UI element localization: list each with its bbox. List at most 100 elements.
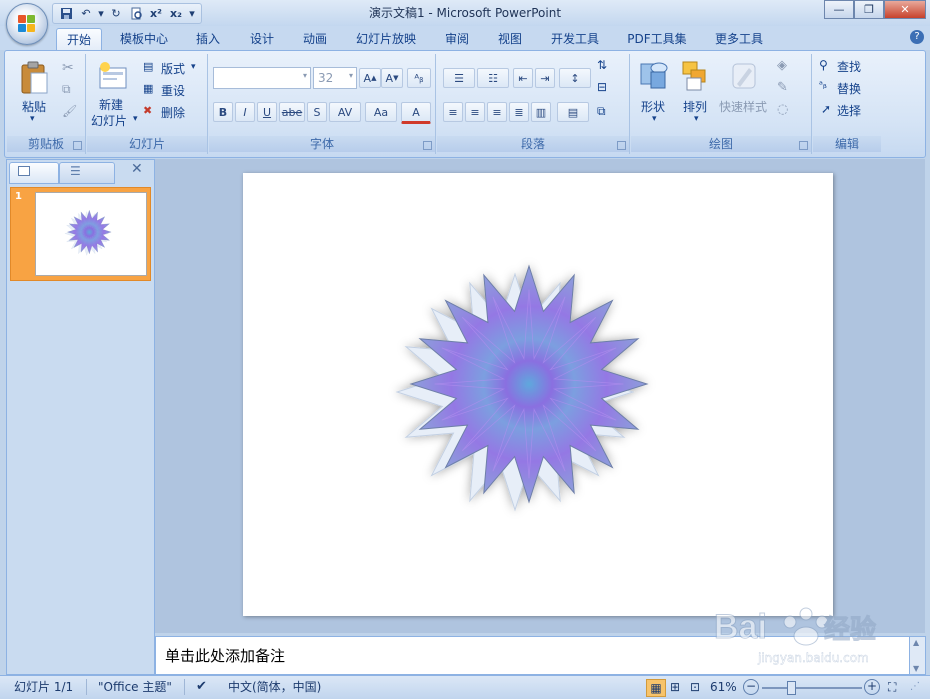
char-spacing-button[interactable]: AV <box>329 102 361 122</box>
layout-dropdown-icon[interactable]: ▾ <box>191 62 196 72</box>
select-cursor-icon[interactable]: ➚ <box>821 102 831 116</box>
grow-font-icon[interactable]: A ▲ <box>359 68 381 88</box>
reset-icon[interactable]: ▦ <box>143 82 153 95</box>
close-icon[interactable]: ✕ <box>884 0 926 19</box>
help-icon[interactable]: ? <box>910 30 924 44</box>
spellcheck-icon[interactable]: ✔ <box>196 679 207 695</box>
outline-tab[interactable]: ☰ <box>59 162 115 184</box>
align-right-icon[interactable]: ≡ <box>487 102 507 122</box>
new-slide-dropdown-icon[interactable]: ▾ <box>133 114 138 124</box>
clipboard-launcher-icon[interactable] <box>73 141 82 150</box>
scroll-down-icon[interactable]: ▼ <box>913 664 919 673</box>
scroll-up-icon[interactable]: ▲ <box>913 638 919 647</box>
line-spacing-icon[interactable]: ↕ <box>559 68 591 88</box>
layout-button[interactable]: 版式 <box>161 60 185 77</box>
paste-icon[interactable] <box>19 60 49 96</box>
tab-more-tools[interactable]: 更多工具 <box>706 28 772 50</box>
replace-icon[interactable]: ᵃᵦ <box>819 80 827 91</box>
slideshow-view-icon[interactable]: ⊡ <box>686 679 704 695</box>
shapes-button[interactable]: 形状 <box>641 98 665 115</box>
quick-styles-icon[interactable] <box>729 60 759 92</box>
shape-outline-icon[interactable]: ✎ <box>777 80 788 95</box>
tab-home[interactable]: 开始 <box>56 28 102 51</box>
tab-insert[interactable]: 插入 <box>188 28 228 50</box>
fit-to-window-icon[interactable]: ⛶ <box>888 679 896 695</box>
zoom-out-icon[interactable]: − <box>743 679 759 695</box>
quick-styles-button[interactable]: 快速样式 <box>719 98 767 115</box>
bullets-icon[interactable]: ☰ <box>443 68 475 88</box>
language-indicator[interactable]: 中文(简体，中国) <box>228 679 321 695</box>
justify-icon[interactable]: ≣ <box>509 102 529 122</box>
replace-button[interactable]: 替换 <box>837 80 861 97</box>
shapes-dropdown-icon[interactable]: ▾ <box>652 114 657 124</box>
align-left-icon[interactable]: ≡ <box>443 102 463 122</box>
select-button[interactable]: 选择 <box>837 102 861 119</box>
star-shape[interactable] <box>243 173 833 616</box>
paragraph-launcher-icon[interactable] <box>617 141 626 150</box>
tab-view[interactable]: 视图 <box>488 28 532 50</box>
distribute-icon[interactable]: ▥ <box>531 102 551 122</box>
shrink-font-icon[interactable]: A ▼ <box>381 68 403 88</box>
paste-dropdown-icon[interactable]: ▾ <box>30 114 35 124</box>
zoom-in-icon[interactable]: + <box>864 679 880 695</box>
font-launcher-icon[interactable] <box>423 141 432 150</box>
slide-canvas[interactable] <box>243 173 833 616</box>
delete-icon[interactable]: ✖ <box>143 104 152 117</box>
shapes-icon[interactable] <box>639 60 669 92</box>
font-family-dropdown-icon[interactable]: ▾ <box>303 71 307 80</box>
drawing-launcher-icon[interactable] <box>799 141 808 150</box>
tab-review[interactable]: 审阅 <box>436 28 478 50</box>
find-button[interactable]: 查找 <box>837 58 861 75</box>
tab-animation[interactable]: 动画 <box>292 28 338 50</box>
font-family-box[interactable]: ▾ <box>213 67 311 89</box>
tab-slideshow[interactable]: 幻灯片放映 <box>348 28 424 50</box>
font-size-dropdown-icon[interactable]: ▾ <box>349 71 353 80</box>
increase-indent-icon[interactable]: ⇥ <box>535 68 555 88</box>
font-size-box[interactable]: 32 ▾ <box>313 67 357 89</box>
text-direction-icon[interactable]: ⇅ <box>597 58 607 72</box>
slide-thumbnail[interactable]: 1 <box>10 187 151 281</box>
format-painter-icon[interactable]: 🖌 <box>62 104 77 118</box>
reset-button[interactable]: 重设 <box>161 82 185 99</box>
align-text-icon[interactable]: ⊟ <box>597 80 607 94</box>
strikethrough-button[interactable]: abe <box>279 102 305 122</box>
align-center-icon[interactable]: ≡ <box>465 102 485 122</box>
slide-sorter-icon[interactable]: ⊞ <box>666 679 684 695</box>
layout-icon[interactable]: ▤ <box>143 60 153 73</box>
notes-scrollbar[interactable]: ▲ ▼ <box>909 636 926 675</box>
zoom-level[interactable]: 61% <box>710 679 737 695</box>
underline-button[interactable]: U <box>257 102 277 122</box>
notes-pane[interactable]: 单击此处添加备注 <box>155 636 911 675</box>
tab-template-center[interactable]: 模板中心 <box>110 28 178 50</box>
zoom-slider-track[interactable] <box>762 687 862 689</box>
zoom-slider-thumb[interactable] <box>787 681 796 695</box>
clear-format-icon[interactable]: ᴬᵦ <box>407 68 431 88</box>
restore-icon[interactable]: ❐ <box>854 0 884 19</box>
slides-tab[interactable] <box>9 162 59 184</box>
tab-developer[interactable]: 开发工具 <box>542 28 608 50</box>
arrange-button[interactable]: 排列 <box>683 98 707 115</box>
copy-icon[interactable]: ⧉ <box>62 82 71 97</box>
font-color-button[interactable]: A <box>401 102 431 124</box>
arrange-icon[interactable] <box>681 60 711 92</box>
arrange-dropdown-icon[interactable]: ▾ <box>694 114 699 124</box>
delete-button[interactable]: 删除 <box>161 104 185 121</box>
minimize-icon[interactable]: — <box>824 0 854 19</box>
smartart-icon[interactable]: ⧉ <box>597 104 606 119</box>
paste-button[interactable]: 粘贴 <box>22 98 46 115</box>
new-slide-label-2[interactable]: 幻灯片 <box>91 112 127 129</box>
find-icon[interactable]: ⚲ <box>819 58 828 72</box>
decrease-indent-icon[interactable]: ⇤ <box>513 68 533 88</box>
change-case-button[interactable]: Aa <box>365 102 397 122</box>
shape-effects-icon[interactable]: ◌ <box>777 102 788 117</box>
tab-pdf-tools[interactable]: PDF工具集 <box>620 28 694 50</box>
columns-icon[interactable]: ▤ <box>557 102 589 122</box>
italic-button[interactable]: I <box>235 102 255 122</box>
normal-view-icon[interactable]: ▦ <box>646 679 666 697</box>
shape-fill-icon[interactable]: ◈ <box>777 58 787 73</box>
new-slide-icon[interactable] <box>97 60 129 92</box>
office-button[interactable] <box>6 3 48 45</box>
numbering-icon[interactable]: ☷ <box>477 68 509 88</box>
close-pane-icon[interactable]: ✕ <box>131 161 143 177</box>
cut-icon[interactable]: ✂ <box>62 60 74 76</box>
